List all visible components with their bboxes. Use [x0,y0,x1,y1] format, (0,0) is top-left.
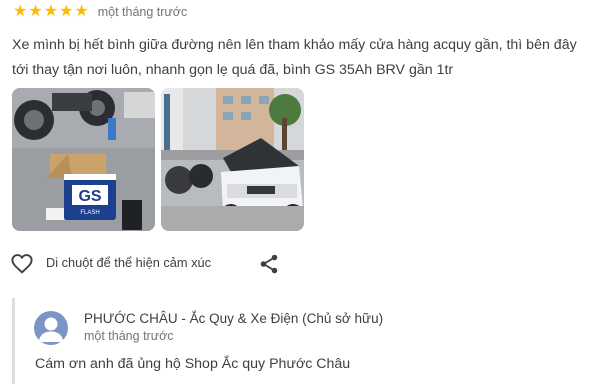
review-photo-battery[interactable]: GS FLASH [12,88,155,231]
heart-icon [11,254,33,274]
reply-date: một tháng trước [84,329,174,343]
rating-row: ★ ★ ★ ★ ★ một tháng trước [13,4,187,20]
star-rating: ★ ★ ★ ★ ★ [13,4,89,20]
battery-sub-text: FLASH [80,210,99,216]
react-heart-button[interactable] [10,252,34,276]
share-icon [260,254,278,274]
share-button[interactable] [257,252,281,276]
review-text: Xe mình bị hết bình giữa đường nên lên t… [12,37,577,78]
owner-name: PHƯỚC CHÂU - Ắc Quy & Xe Điện (Chủ sở hữ… [84,311,384,326]
person-icon [38,317,64,342]
battery-photo-icon: GS FLASH [12,88,155,231]
star-icon: ★ [28,3,43,20]
owner-reply: PHƯỚC CHÂU - Ắc Quy & Xe Điện (Chủ sở hữ… [12,298,593,384]
review-date: một tháng trước [97,5,188,19]
star-icon: ★ [13,3,28,20]
car-hood-photo-icon [161,88,304,231]
star-icon: ★ [43,3,59,20]
reply-text: Cám ơn anh đã ủng hộ Shop Ắc quy Phước C… [35,356,351,372]
review-actions: Di chuột để thể hiện cảm xúc [10,251,290,277]
star-icon: ★ [74,3,89,20]
star-icon: ★ [59,3,74,20]
react-hint-label: Di chuột để thể hiện cảm xúc [46,255,212,270]
avatar [34,311,68,345]
review-photo-car[interactable] [161,88,304,231]
battery-brand-text: GS [78,188,101,205]
